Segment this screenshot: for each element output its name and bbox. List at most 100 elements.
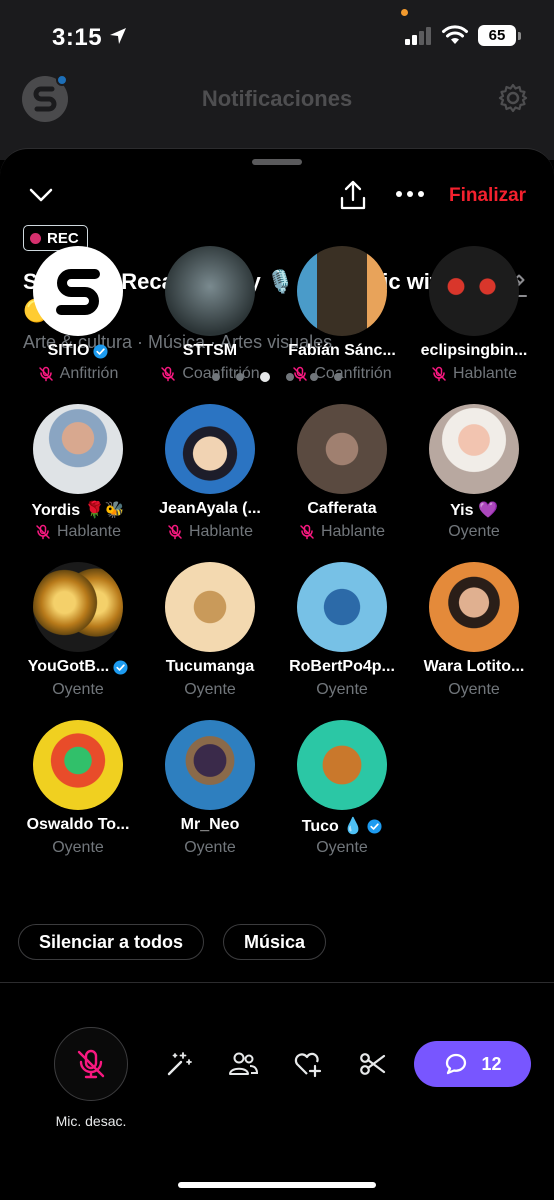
avatar[interactable] xyxy=(33,720,123,810)
participant-name: Fabián Sánc... xyxy=(288,342,396,359)
avatar[interactable] xyxy=(429,246,519,336)
participant-card[interactable]: Yis 💜 Oyente xyxy=(408,404,540,550)
mute-all-button[interactable]: Silenciar a todos xyxy=(18,924,205,960)
mic-off-icon xyxy=(77,1049,105,1079)
react-button[interactable] xyxy=(293,1049,323,1079)
participant-card[interactable]: Tucumanga Oyente xyxy=(144,562,276,708)
participant-name-row: Yordis 🌹🐝 xyxy=(12,500,144,520)
participant-role: Hablante xyxy=(320,523,386,540)
participant-card[interactable]: Tuco 💧 Oyente xyxy=(276,720,408,866)
participant-card[interactable]: Fabián Sánc... Coanfitrión xyxy=(276,246,408,392)
recording-label: REC xyxy=(47,229,79,247)
chevron-down-icon[interactable] xyxy=(28,184,54,206)
avatar[interactable] xyxy=(33,562,123,652)
avatar[interactable] xyxy=(297,404,387,494)
participant-role: Oyente xyxy=(448,681,500,698)
music-button[interactable]: Música xyxy=(223,924,327,960)
avatar[interactable] xyxy=(33,246,123,336)
battery-indicator: 65 xyxy=(478,25,516,46)
participant-card[interactable]: Mr_Neo Oyente xyxy=(144,720,276,866)
participant-card[interactable]: Wara Lotito... Oyente xyxy=(408,562,540,708)
participant-role: Oyente xyxy=(52,681,104,698)
avatar[interactable] xyxy=(165,720,255,810)
participant-role: Hablante xyxy=(452,365,518,382)
more-options-icon[interactable] xyxy=(395,187,425,201)
participant-role: Coanfitrión xyxy=(314,365,392,382)
participant-name-row: Wara Lotito... xyxy=(408,658,540,676)
avatar[interactable] xyxy=(33,404,123,494)
participant-name: Tucumanga xyxy=(165,658,255,675)
participant-role-row: Anfitrión xyxy=(12,365,144,383)
manage-people-button[interactable] xyxy=(228,1049,258,1079)
participant-role: Oyente xyxy=(316,839,368,856)
magic-wand-icon xyxy=(167,1052,192,1076)
recording-dot xyxy=(30,232,41,244)
participant-name: Yordis 🌹🐝 xyxy=(31,502,125,519)
end-space-button[interactable]: Finalizar xyxy=(449,185,526,207)
participant-card[interactable]: YouGotB... Oyente xyxy=(12,562,144,708)
participant-name: eclipsingbin... xyxy=(420,342,528,359)
participant-role: Coanfitrión xyxy=(182,365,260,382)
verified-badge-icon xyxy=(113,659,128,675)
notification-dot xyxy=(56,74,68,86)
mic-off-icon xyxy=(161,366,176,382)
participant-card[interactable]: eclipsingbin... Hablante xyxy=(408,246,540,392)
avatar[interactable] xyxy=(297,246,387,336)
participant-role-row: Hablante xyxy=(12,523,144,541)
avatar[interactable] xyxy=(297,562,387,652)
participant-role: Oyente xyxy=(52,839,104,856)
participant-role: Oyente xyxy=(316,681,368,698)
avatar[interactable] xyxy=(165,562,255,652)
comment-count: 12 xyxy=(481,1053,502,1074)
home-indicator[interactable] xyxy=(178,1182,376,1188)
clip-button[interactable] xyxy=(358,1049,388,1079)
battery-nub xyxy=(518,32,521,40)
participant-name: Wara Lotito... xyxy=(423,658,525,675)
participant-role: Oyente xyxy=(184,839,236,856)
status-bar: 3:15 65 xyxy=(0,0,554,70)
bottom-divider xyxy=(0,982,554,983)
mic-status-label: Mic. desac. xyxy=(55,1113,127,1129)
participant-name-row: JeanAyala (... xyxy=(144,500,276,518)
participant-role-row: Oyente xyxy=(408,681,540,699)
scissors-icon xyxy=(360,1053,386,1075)
participant-role: Hablante xyxy=(56,523,122,540)
participant-name: Yis 💜 xyxy=(450,502,498,519)
sheet-grabber[interactable] xyxy=(252,159,302,165)
verified-badge-icon xyxy=(367,818,382,834)
participant-role-row: Oyente xyxy=(144,839,276,857)
avatar[interactable] xyxy=(165,246,255,336)
share-icon[interactable] xyxy=(340,179,366,211)
mic-off-icon xyxy=(38,366,53,382)
participant-name-row: eclipsingbin... xyxy=(408,342,540,360)
gear-icon[interactable] xyxy=(498,83,528,113)
verified-badge-icon xyxy=(93,343,108,359)
participant-card[interactable]: SITIO Anfitrión xyxy=(12,246,144,392)
cellular-signal-icon xyxy=(405,27,431,45)
participant-role-row: Coanfitrión xyxy=(276,365,408,383)
participant-role-row: Oyente xyxy=(276,839,408,857)
avatar[interactable] xyxy=(429,562,519,652)
comments-button[interactable]: 12 xyxy=(414,1041,531,1087)
participant-card[interactable]: JeanAyala (... Hablante xyxy=(144,404,276,550)
microphone-button[interactable] xyxy=(54,1027,128,1101)
participant-role: Oyente xyxy=(448,523,500,540)
mic-off-icon xyxy=(168,524,182,540)
participant-name: Tuco 💧 xyxy=(301,818,364,835)
participant-name: SITIO xyxy=(47,342,90,359)
mic-off-icon xyxy=(300,524,314,540)
participant-role-row: Hablante xyxy=(408,365,540,383)
avatar[interactable] xyxy=(165,404,255,494)
effects-button[interactable] xyxy=(164,1049,194,1079)
mic-off-icon xyxy=(432,366,446,382)
avatar[interactable] xyxy=(429,404,519,494)
participant-role: Hablante xyxy=(188,523,254,540)
participant-card[interactable]: Oswaldo To... Oyente xyxy=(12,720,144,866)
participant-card[interactable]: Yordis 🌹🐝 Hablante xyxy=(12,404,144,550)
participant-card[interactable]: Cafferata Hablante xyxy=(276,404,408,550)
participant-card[interactable]: STTSM Coanfitrión xyxy=(144,246,276,392)
participant-card[interactable]: RoBertPo4p... Oyente xyxy=(276,562,408,708)
avatar[interactable] xyxy=(297,720,387,810)
participant-name-row: Mr_Neo xyxy=(144,816,276,834)
participant-role-row: Oyente xyxy=(276,681,408,699)
